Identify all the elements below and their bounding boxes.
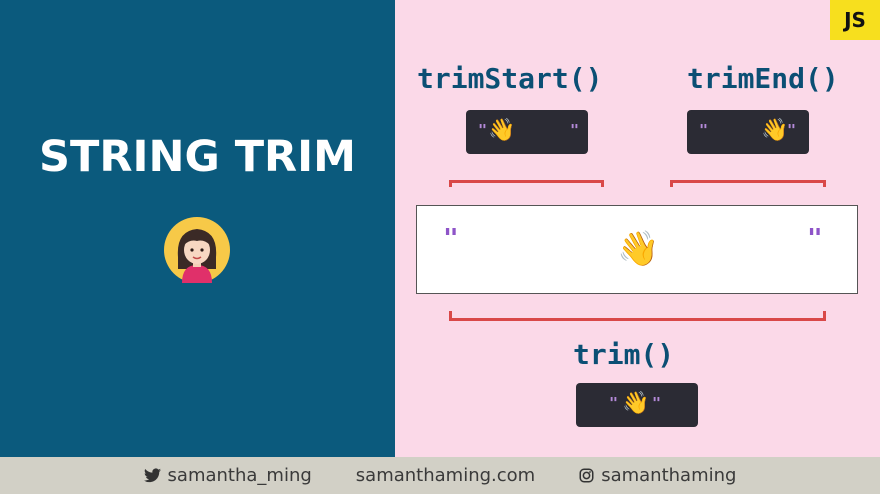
quote-mark: " — [609, 394, 619, 412]
left-panel: STRING TRIM — [0, 0, 395, 457]
footer-instagram[interactable]: samanthaming — [579, 465, 736, 486]
instagram-handle: samanthaming — [601, 465, 737, 486]
footer: samantha_ming samanthaming.com samantham… — [0, 457, 880, 494]
quote-mark: " — [787, 121, 797, 139]
quote-mark: " — [652, 394, 662, 412]
website-link: samanthaming.com — [355, 465, 536, 486]
trim-label: trim() — [573, 338, 675, 371]
trim-start-result: " 👋 " — [466, 110, 588, 154]
twitter-icon — [143, 468, 161, 483]
trim-start-label: trimStart() — [417, 62, 603, 95]
page-title: STRING TRIM — [39, 132, 356, 182]
quote-mark: " — [443, 224, 459, 254]
trim-end-result: " 👋 " — [687, 110, 809, 154]
twitter-handle: samantha_ming — [167, 465, 312, 486]
wave-emoji: 👋 — [617, 229, 660, 269]
avatar-icon — [164, 217, 230, 283]
quote-mark: " — [478, 121, 488, 139]
trim-start-bracket — [449, 180, 604, 187]
wave-emoji: 👋 — [622, 391, 650, 416]
wave-emoji: 👋 — [488, 118, 516, 143]
trim-end-bracket — [670, 180, 826, 187]
original-string-box: " 👋 " — [416, 205, 858, 294]
instagram-icon — [579, 468, 594, 483]
trim-bracket — [449, 311, 826, 321]
footer-website[interactable]: samanthaming.com — [356, 465, 535, 486]
trim-end-label: trimEnd() — [687, 62, 839, 95]
footer-twitter[interactable]: samantha_ming — [143, 465, 312, 486]
trim-result: " 👋 " — [576, 383, 698, 427]
js-badge: JS — [830, 0, 880, 40]
quote-mark: " — [570, 121, 580, 139]
wave-emoji: 👋 — [761, 118, 789, 143]
quote-mark: " — [699, 121, 709, 139]
quote-mark: " — [807, 224, 823, 254]
